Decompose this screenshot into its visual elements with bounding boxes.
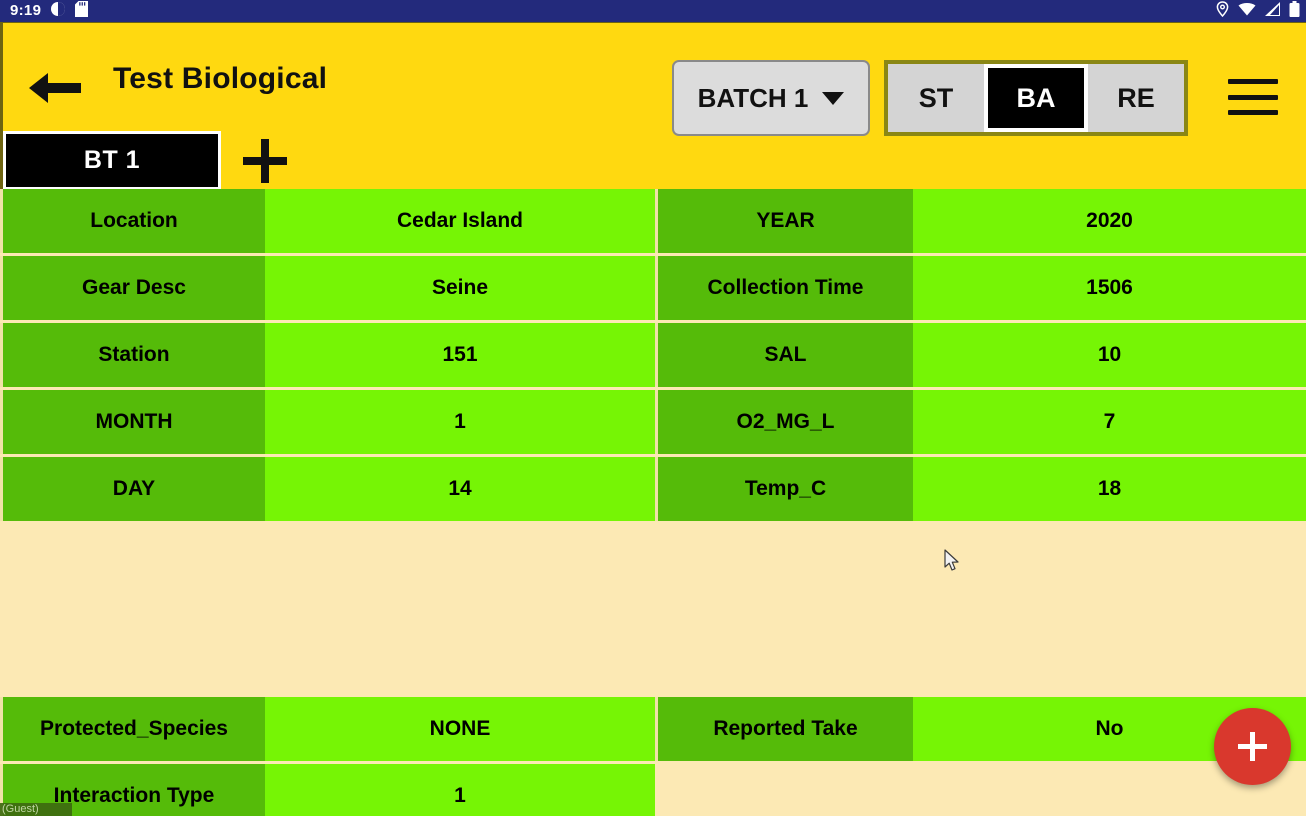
hamburger-bar-2 — [1228, 94, 1278, 100]
table-row-left-pair: Interaction Type 1 — [0, 764, 655, 816]
table-row-left-pair: DAY 14 — [0, 457, 655, 521]
location-pin-icon — [1215, 0, 1230, 22]
table-row-right-pair: Temp_C 18 — [655, 457, 1306, 521]
add-tab-plus-icon[interactable] — [243, 139, 287, 183]
app-bar: Test Biological BATCH 1 ST BA RE BT 1 — [0, 22, 1306, 190]
segment-ba[interactable]: BA — [984, 64, 1088, 132]
field-value[interactable]: Cedar Island — [265, 189, 655, 253]
field-label: Station — [0, 323, 265, 387]
field-label: YEAR — [655, 189, 913, 253]
table-row: Location Cedar Island YEAR 2020 — [0, 189, 1306, 253]
table-row: Station 151 SAL 10 — [0, 323, 1306, 387]
do-not-disturb-icon — [50, 1, 66, 22]
table-row: Interaction Type 1 — [0, 764, 1306, 816]
app-bar-top-row: Test Biological BATCH 1 ST BA RE — [3, 23, 1306, 136]
segment-re[interactable]: RE — [1088, 64, 1184, 132]
hamburger-menu-icon[interactable] — [1228, 79, 1278, 115]
field-label: Location — [0, 189, 265, 253]
field-value[interactable]: NONE — [265, 697, 655, 761]
table-row-right-pair: O2_MG_L 7 — [655, 390, 1306, 454]
status-bar-left: 9:19 — [10, 0, 89, 22]
table-row-right-pair-empty — [655, 764, 1306, 816]
chevron-down-icon — [822, 91, 845, 105]
add-record-fab[interactable] — [1214, 708, 1291, 785]
table-row-right-pair: YEAR 2020 — [655, 189, 1306, 253]
field-value[interactable]: 7 — [913, 390, 1306, 454]
batch-select-value: BATCH 1 — [697, 82, 809, 113]
field-label: DAY — [0, 457, 265, 521]
field-value[interactable]: 1 — [265, 764, 655, 816]
field-label: O2_MG_L — [655, 390, 913, 454]
table-row: MONTH 1 O2_MG_L 7 — [0, 390, 1306, 454]
field-value[interactable]: 151 — [265, 323, 655, 387]
table-row-right-pair: Reported Take No — [655, 697, 1306, 761]
batch-select-dropdown[interactable]: BATCH 1 — [672, 60, 870, 136]
table-row: DAY 14 Temp_C 18 — [0, 457, 1306, 521]
hamburger-bar-1 — [1228, 79, 1278, 84]
field-label: MONTH — [0, 390, 265, 454]
table-row-right-pair: Collection Time 1506 — [655, 256, 1306, 320]
app-screen: 9:19 Test Biological BATCH 1 ST BA RE BT… — [0, 0, 1306, 816]
battery-icon — [1289, 0, 1300, 22]
table-row-left-pair: Protected_Species NONE — [0, 697, 655, 761]
collection-data-grid: Location Cedar Island YEAR 2020 Gear Des… — [0, 189, 1306, 524]
table-row-left-pair: Station 151 — [0, 323, 655, 387]
field-value[interactable]: 18 — [913, 457, 1306, 521]
field-label: Reported Take — [655, 697, 913, 761]
back-arrow-icon[interactable] — [27, 71, 83, 105]
tab-row: BT 1 — [3, 128, 1306, 190]
tab-bt-1[interactable]: BT 1 — [3, 131, 221, 190]
table-row-left-pair: Gear Desc Seine — [0, 256, 655, 320]
field-value[interactable]: Seine — [265, 256, 655, 320]
cellular-signal-icon — [1264, 1, 1281, 22]
table-row-left-pair: Location Cedar Island — [0, 189, 655, 253]
field-value[interactable]: 1506 — [913, 256, 1306, 320]
field-label: SAL — [655, 323, 913, 387]
view-mode-segmented-control[interactable]: ST BA RE — [884, 60, 1188, 136]
status-bar: 9:19 — [0, 0, 1306, 22]
table-row: Gear Desc Seine Collection Time 1506 — [0, 256, 1306, 320]
page-title: Test Biological — [113, 62, 328, 95]
field-label: Gear Desc — [0, 256, 265, 320]
segment-st[interactable]: ST — [888, 64, 984, 132]
table-row: Protected_Species NONE Reported Take No — [0, 697, 1306, 761]
field-value[interactable]: 2020 — [913, 189, 1306, 253]
field-value[interactable]: 14 — [265, 457, 655, 521]
field-label: Protected_Species — [0, 697, 265, 761]
table-row-left-pair: MONTH 1 — [0, 390, 655, 454]
field-label: Temp_C — [655, 457, 913, 521]
guest-session-label: (Guest) — [0, 803, 72, 816]
hamburger-bar-3 — [1228, 110, 1278, 115]
field-label: Collection Time — [655, 256, 913, 320]
tab-bt-1-label: BT 1 — [83, 146, 141, 174]
wifi-icon — [1238, 1, 1256, 22]
table-row-right-pair: SAL 10 — [655, 323, 1306, 387]
field-value[interactable]: 10 — [913, 323, 1306, 387]
mouse-cursor — [944, 549, 962, 573]
field-label-empty — [655, 764, 913, 816]
interaction-data-grid: Protected_Species NONE Reported Take No … — [0, 697, 1306, 816]
sd-card-icon — [75, 0, 89, 22]
status-bar-clock: 9:19 — [10, 2, 42, 19]
field-value[interactable]: 1 — [265, 390, 655, 454]
status-bar-right — [1215, 0, 1300, 22]
